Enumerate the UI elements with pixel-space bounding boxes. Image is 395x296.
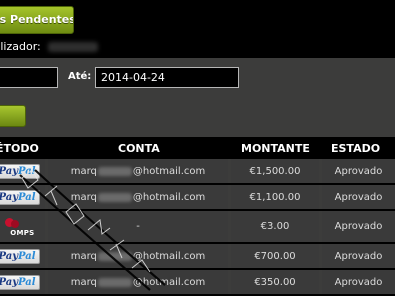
paypal-logo: PayPal	[0, 189, 40, 205]
table-row: PayPal marq @hotmail.com €350.00 Aprovad…	[0, 270, 395, 294]
account-prefix: marq	[70, 191, 97, 203]
paypal-logo: PayPal	[0, 274, 40, 290]
column-header-method: ÉTODO	[0, 142, 39, 155]
table-header: ÉTODO CONTA MONTANTE ESTADO	[0, 139, 395, 159]
filter-submit-button[interactable]	[0, 105, 26, 127]
column-header-status: ESTADO	[331, 142, 381, 155]
account-suffix: @hotmail.com	[132, 191, 206, 203]
user-line: tilizador:	[0, 40, 99, 53]
account-cell: marq @hotmail.com	[48, 185, 228, 209]
table-row: OMPS - €3.00 Aprovado	[0, 211, 395, 242]
account-cell: marq @hotmail.com	[48, 270, 228, 294]
redacted-username	[48, 42, 99, 52]
amount-cell: €700.00	[231, 244, 319, 268]
account-suffix: @hotmail.com	[132, 250, 206, 262]
redacted-account	[97, 166, 132, 176]
redacted-account	[97, 192, 132, 202]
page-root: ntos Pendentes tilizador: Até: 2014-04-2…	[0, 0, 395, 296]
amount-cell: €350.00	[231, 270, 319, 294]
date-from-field[interactable]	[0, 67, 58, 88]
account-prefix: marq	[70, 250, 97, 262]
date-to-label: Até:	[68, 71, 92, 82]
status-cell: Aprovado	[322, 159, 395, 183]
paypal-logo: PayPal	[0, 163, 40, 179]
redacted-account	[97, 251, 132, 261]
account-suffix: @hotmail.com	[132, 276, 206, 288]
account-cell: marq @hotmail.com	[48, 159, 228, 183]
comps-logo: OMPS	[0, 216, 37, 238]
pending-payments-tab[interactable]: ntos Pendentes	[0, 6, 74, 34]
status-cell: Aprovado	[322, 244, 395, 268]
account-prefix: marq	[70, 165, 97, 177]
status-cell: Aprovado	[322, 185, 395, 209]
table-row: PayPal marq @hotmail.com €700.00 Aprovad…	[0, 244, 395, 268]
column-header-amount: MONTANTE	[241, 142, 310, 155]
amount-cell: €3.00	[231, 211, 319, 242]
date-filter-panel: Até: 2014-04-24	[0, 58, 395, 137]
method-cell: PayPal	[0, 244, 45, 268]
status-cell: Aprovado	[322, 270, 395, 294]
method-cell: PayPal	[0, 185, 45, 209]
user-label: tilizador:	[0, 40, 41, 53]
status-cell: Aprovado	[322, 211, 395, 242]
table-row: PayPal marq @hotmail.com €1,500.00 Aprov…	[0, 159, 395, 183]
method-cell: OMPS	[0, 211, 45, 242]
account-prefix: -	[136, 221, 140, 232]
column-header-account: CONTA	[118, 142, 160, 155]
account-cell: marq @hotmail.com	[48, 244, 228, 268]
account-cell: -	[48, 211, 228, 242]
redacted-account	[97, 277, 132, 287]
method-cell: PayPal	[0, 159, 45, 183]
account-suffix: @hotmail.com	[132, 165, 206, 177]
date-to-field[interactable]: 2014-04-24	[95, 67, 239, 88]
amount-cell: €1,100.00	[231, 185, 319, 209]
amount-cell: €1,500.00	[231, 159, 319, 183]
method-cell: PayPal	[0, 270, 45, 294]
paypal-logo: PayPal	[0, 248, 40, 264]
account-prefix: marq	[70, 276, 97, 288]
table-row: PayPal marq @hotmail.com €1,100.00 Aprov…	[0, 185, 395, 209]
